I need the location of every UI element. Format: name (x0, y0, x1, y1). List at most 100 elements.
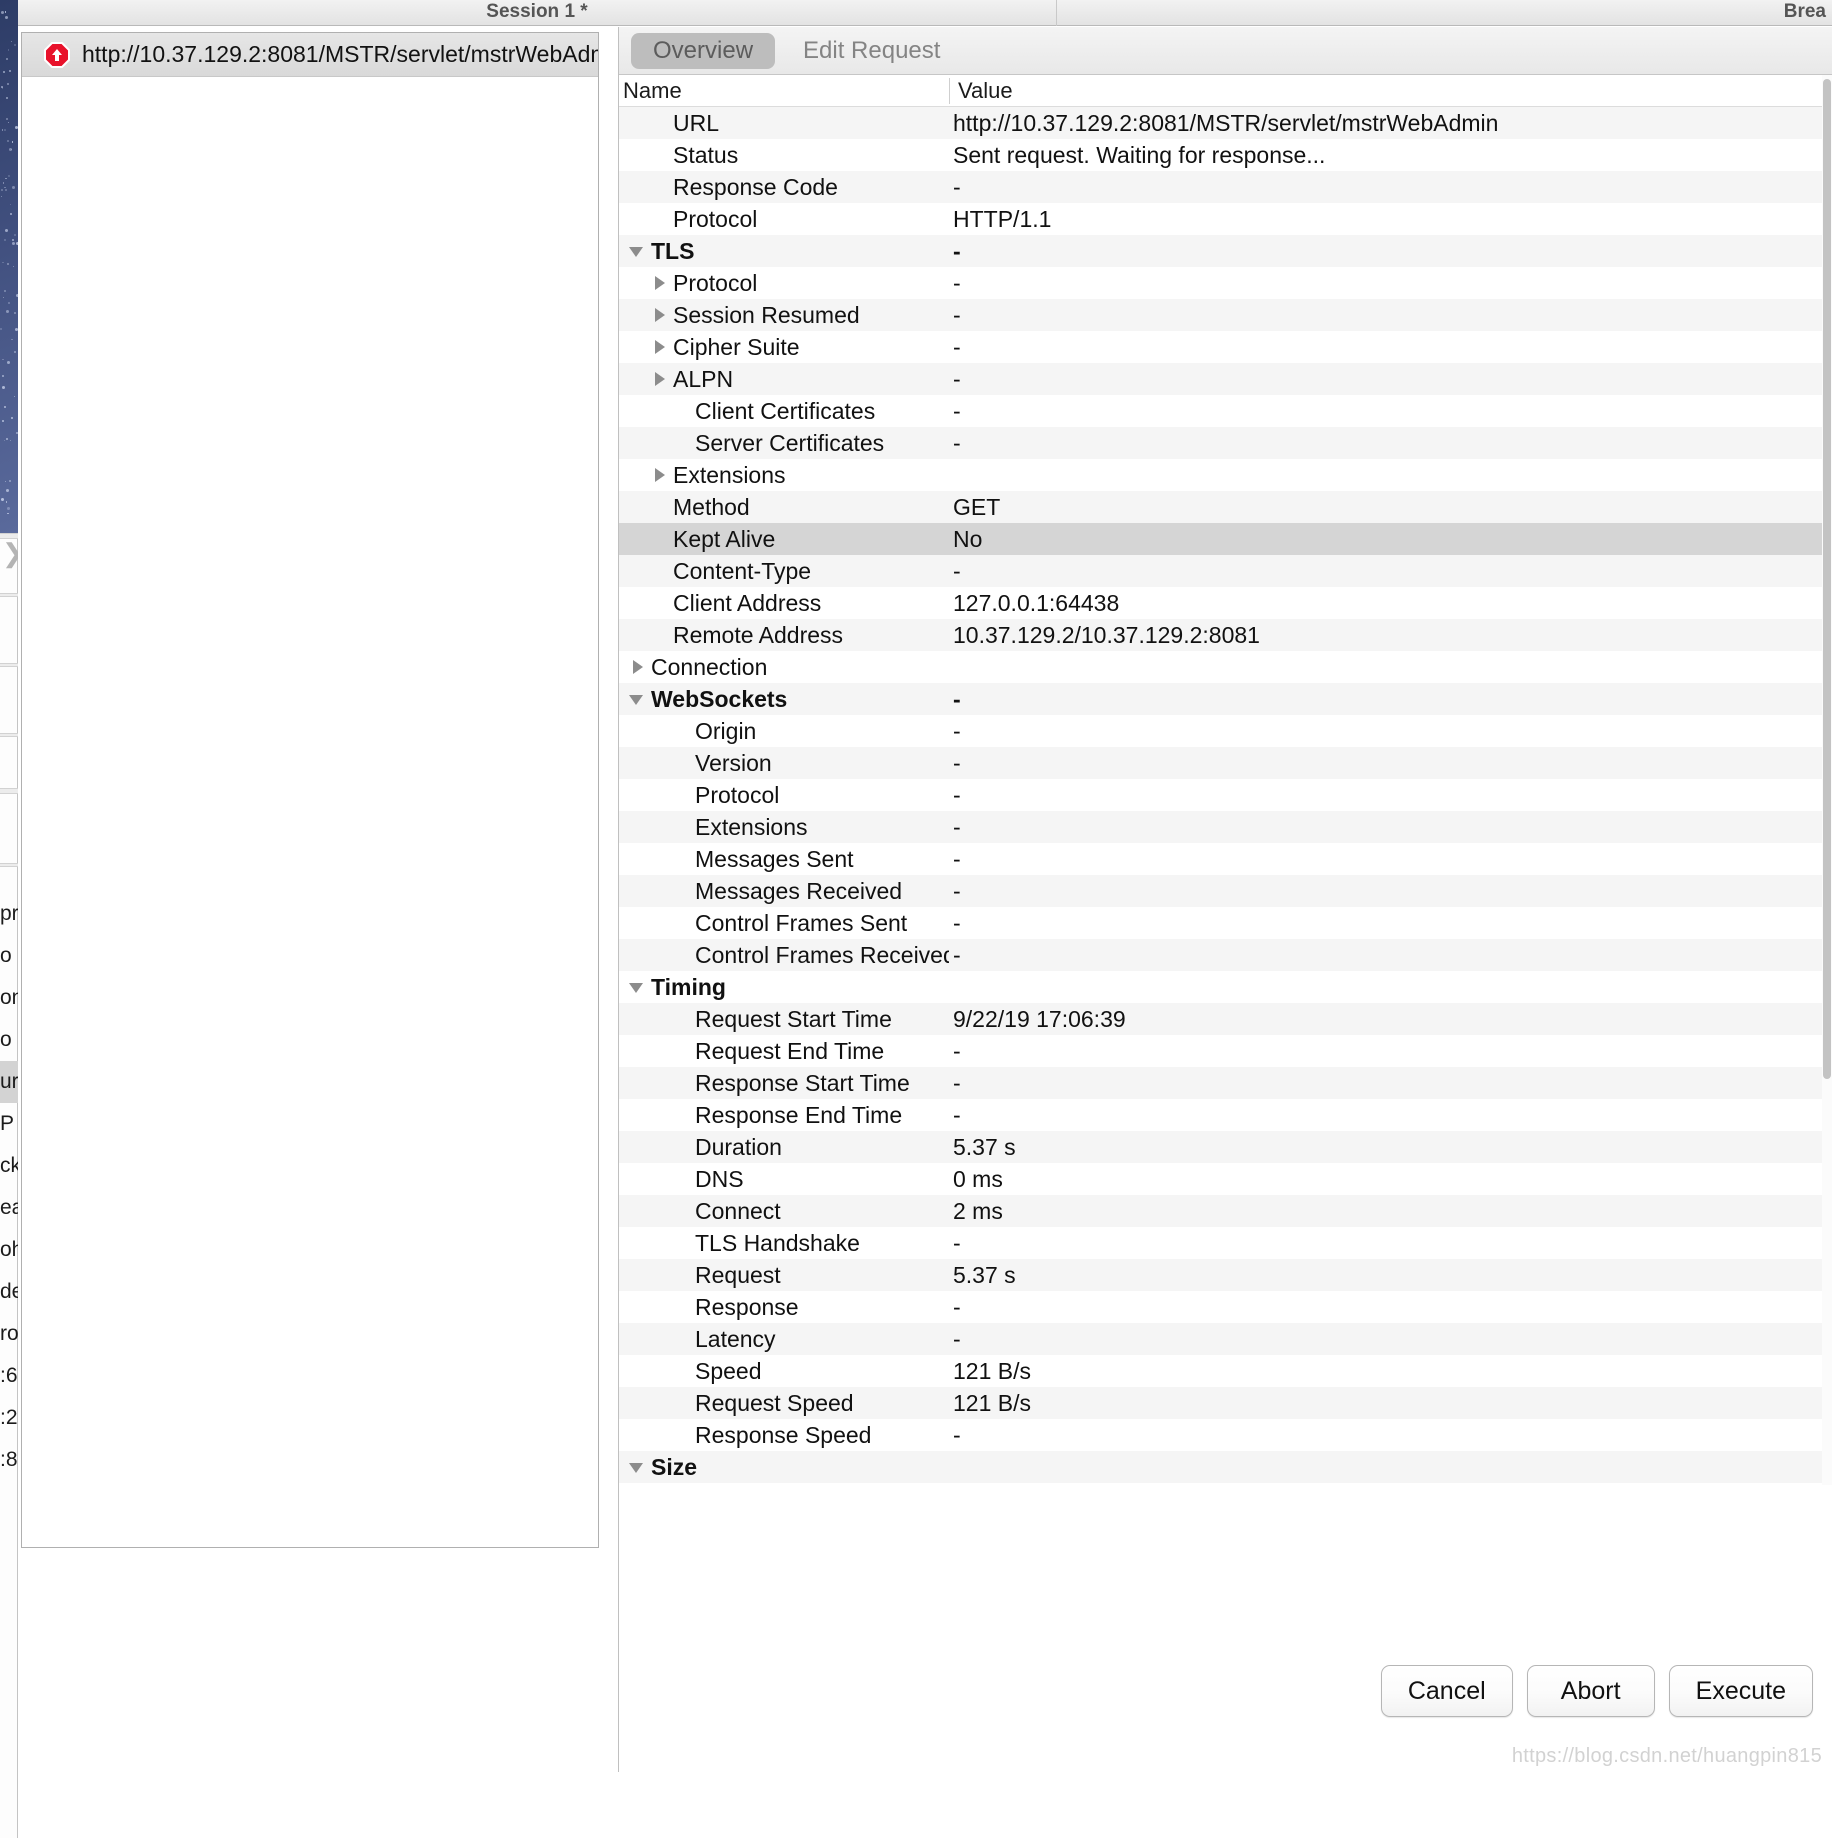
tab-overview[interactable]: Overview (631, 32, 776, 69)
row-name-label: Timing (651, 973, 726, 1000)
table-row[interactable]: Messages Sent - (619, 843, 1832, 875)
twisty-placeholder (649, 592, 671, 614)
chevron-right-icon[interactable] (649, 336, 671, 358)
table-row[interactable]: Messages Received - (619, 875, 1832, 907)
table-row[interactable]: Version - (619, 747, 1832, 779)
table-row[interactable]: Protocol HTTP/1.1 (619, 203, 1832, 235)
row-value-cell: - (953, 365, 961, 392)
table-row[interactable]: Connect 2 ms (619, 1195, 1832, 1227)
row-name-label: Status (673, 141, 739, 168)
table-row[interactable]: Client Address 127.0.0.1:64438 (619, 587, 1832, 619)
row-name-label: Server Certificates (695, 429, 885, 456)
background-window-divider (0, 733, 18, 737)
background-window-text-fragment: o r (0, 1028, 18, 1051)
chevron-down-icon[interactable] (627, 1456, 649, 1478)
row-name-cell: Client Certificates (619, 398, 949, 425)
table-row[interactable]: Control Frames Received - (619, 939, 1832, 971)
chevron-down-icon[interactable] (627, 688, 649, 710)
request-detail-pane: Overview Edit Request Name Value URL http… (618, 27, 1832, 1772)
chevron-right-icon[interactable] (627, 656, 649, 678)
table-row[interactable]: Protocol - (619, 267, 1832, 299)
chevron-right-icon[interactable] (649, 464, 671, 486)
row-name-cell: Kept Alive (619, 526, 949, 553)
table-row[interactable]: Latency - (619, 1323, 1832, 1355)
table-row[interactable]: Kept Alive No (619, 523, 1832, 555)
table-row[interactable]: Remote Address 10.37.129.2/10.37.129.2:80… (619, 619, 1832, 651)
chevron-down-icon[interactable] (627, 976, 649, 998)
row-value-cell: - (953, 237, 961, 264)
table-row[interactable]: Response Speed - (619, 1419, 1832, 1451)
table-row[interactable]: Content-Type - (619, 555, 1832, 587)
row-name-label: Request Speed (695, 1389, 854, 1416)
list-item[interactable]: http://10.37.129.2:8081/MSTR/servlet/mst… (22, 33, 598, 77)
table-row[interactable]: Method GET (619, 491, 1832, 523)
table-row[interactable]: Protocol - (619, 779, 1832, 811)
row-name-label: TLS (651, 237, 695, 264)
table-body: URL http://10.37.129.2:8081/MSTR/servlet/… (619, 107, 1832, 1483)
row-value-cell: 0 ms (953, 1165, 1003, 1192)
chevron-right-icon[interactable] (649, 368, 671, 390)
table-row[interactable]: DNS 0 ms (619, 1163, 1832, 1195)
overview-table: Name Value URL http://10.37.129.2:8081/MS… (619, 75, 1832, 1485)
table-row[interactable]: Extensions - (619, 811, 1832, 843)
table-row[interactable]: Cipher Suite - (619, 331, 1832, 363)
table-row[interactable]: Origin - (619, 715, 1832, 747)
row-name-label: Duration (695, 1133, 782, 1160)
twisty-placeholder (671, 1168, 693, 1190)
table-row[interactable]: WebSockets - (619, 683, 1832, 715)
table-row[interactable]: Extensions (619, 459, 1832, 491)
dialog-button-bar: Cancel Abort Execute (619, 1646, 1832, 1736)
table-row[interactable]: Server Certificates - (619, 427, 1832, 459)
row-name-cell: Client Address (619, 590, 949, 617)
row-name-label: Connection (651, 653, 768, 680)
table-row[interactable]: Response Start Time - (619, 1067, 1832, 1099)
row-value-cell: - (953, 717, 961, 744)
row-value-cell: - (953, 813, 961, 840)
table-row[interactable]: Response End Time - (619, 1099, 1832, 1131)
table-row[interactable]: Timing (619, 971, 1832, 1003)
table-row[interactable]: Request Start Time 9/22/19 17:06:39 (619, 1003, 1832, 1035)
detail-scrollbar[interactable] (1822, 75, 1832, 1485)
row-name-cell: Response Speed (619, 1422, 949, 1449)
execute-button[interactable]: Execute (1668, 1665, 1813, 1717)
row-name-cell: Request Speed (619, 1390, 949, 1417)
background-window-text-fragment: P (0, 1112, 15, 1135)
table-row[interactable]: URL http://10.37.129.2:8081/MSTR/servlet/… (619, 107, 1832, 139)
table-row[interactable]: Response Code - (619, 171, 1832, 203)
table-row[interactable]: Status Sent request. Waiting for response… (619, 139, 1832, 171)
table-row[interactable]: Control Frames Sent - (619, 907, 1832, 939)
table-row[interactable]: Response - (619, 1291, 1832, 1323)
column-header-value[interactable]: Value (949, 77, 1832, 104)
row-value-cell: - (953, 333, 961, 360)
row-name-label: URL (673, 109, 720, 136)
table-row[interactable]: Connection (619, 651, 1832, 683)
row-name-cell: Control Frames Sent (619, 910, 949, 937)
table-row[interactable]: Request 5.37 s (619, 1259, 1832, 1291)
abort-button[interactable]: Abort (1526, 1665, 1655, 1717)
table-row[interactable]: Request Speed 121 B/s (619, 1387, 1832, 1419)
twisty-placeholder (671, 1232, 693, 1254)
row-value-cell: - (953, 877, 961, 904)
table-row[interactable]: Request End Time - (619, 1035, 1832, 1067)
scrollbar-thumb[interactable] (1823, 79, 1831, 1079)
table-row[interactable]: TLS - (619, 235, 1832, 267)
row-name-label: Client Address (673, 589, 822, 616)
cancel-button[interactable]: Cancel (1380, 1665, 1513, 1717)
chevron-right-icon[interactable] (649, 304, 671, 326)
row-name-label: Connect (695, 1197, 781, 1224)
chevron-down-icon[interactable] (627, 240, 649, 262)
background-window-text-fragment: oh (0, 1238, 18, 1261)
table-row[interactable]: Speed 121 B/s (619, 1355, 1832, 1387)
chevron-right-icon[interactable] (649, 272, 671, 294)
table-row[interactable]: TLS Handshake - (619, 1227, 1832, 1259)
row-name-cell: ALPN (619, 366, 949, 393)
tab-edit-request[interactable]: Edit Request (781, 33, 962, 69)
row-name-label: Remote Address (673, 621, 844, 648)
table-row[interactable]: Size (619, 1451, 1832, 1483)
column-header-name[interactable]: Name (619, 78, 949, 104)
table-row[interactable]: Session Resumed - (619, 299, 1832, 331)
table-row[interactable]: Duration 5.37 s (619, 1131, 1832, 1163)
table-row[interactable]: ALPN - (619, 363, 1832, 395)
table-row[interactable]: Client Certificates - (619, 395, 1832, 427)
row-value-cell: 5.37 s (953, 1133, 1016, 1160)
